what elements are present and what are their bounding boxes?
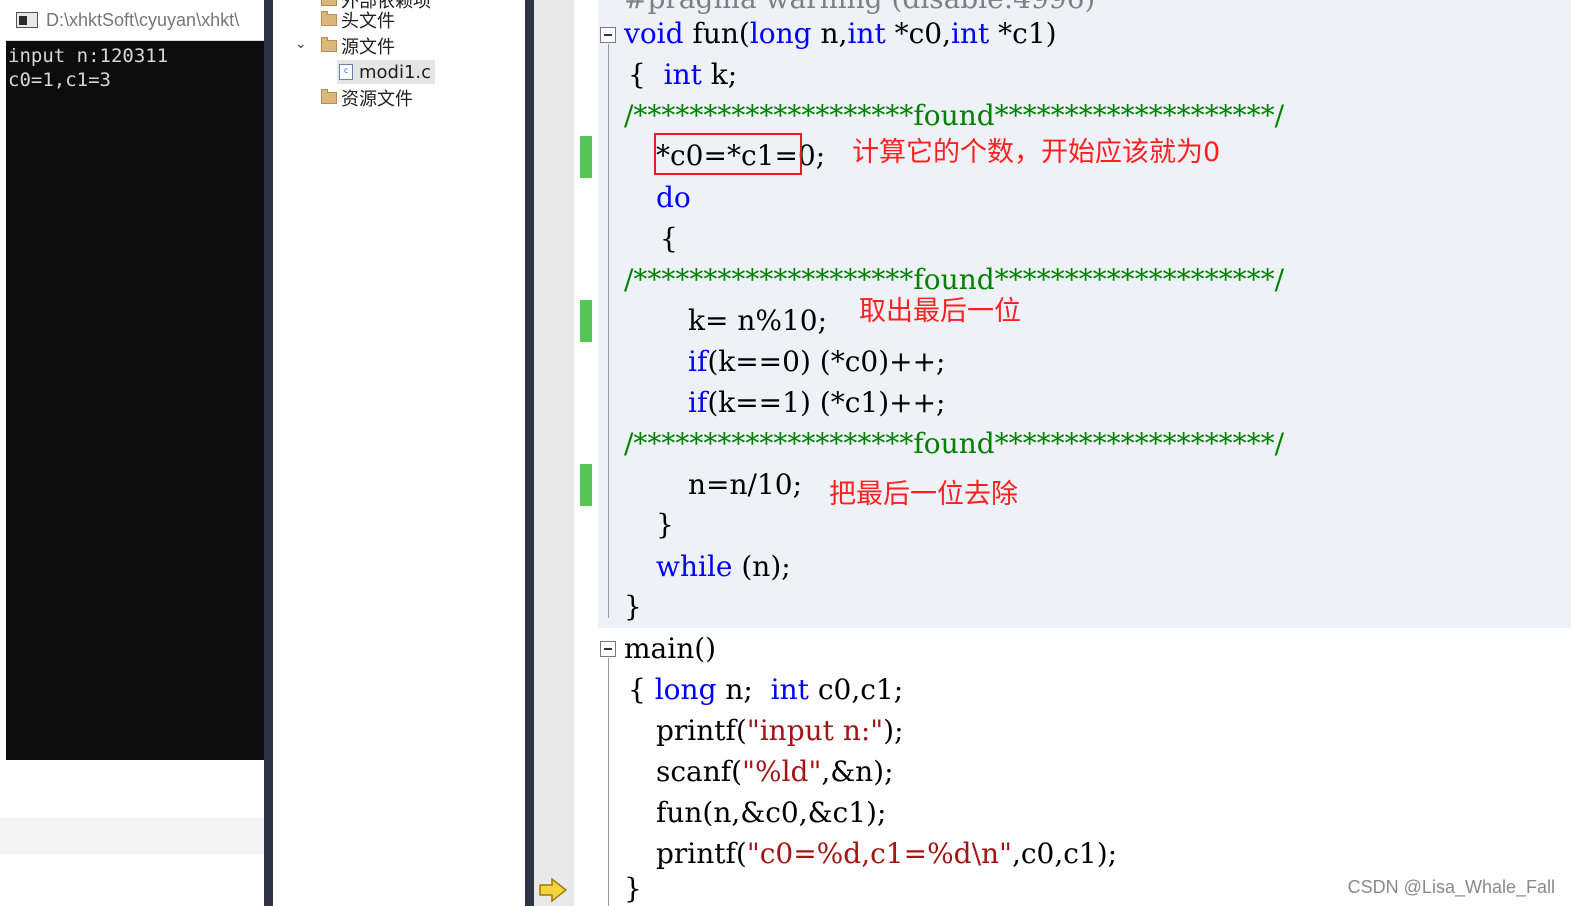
tree-item-header-files[interactable]: 头文件 (321, 8, 395, 32)
code-token: ,&n); (821, 755, 894, 788)
change-bar (580, 136, 592, 178)
code-token: ); (883, 714, 904, 747)
console-titlebar[interactable]: D:\xhktSoft\cyuyan\xhkt\ (6, 0, 264, 41)
tree-item-label: 源文件 (341, 37, 395, 58)
code-string: "c0=%d,c1=%d\n" (746, 837, 1012, 870)
left-pane: D:\xhktSoft\cyuyan\xhkt\ input n:120311 c… (0, 0, 264, 906)
code-line-decl: { int k; (628, 58, 737, 92)
code-line-brace: { (660, 222, 678, 255)
code-line-scanf: scanf("%ld",&n); (656, 755, 894, 789)
pane-divider[interactable] (525, 0, 534, 906)
code-line-mod: k= n%10; (688, 304, 828, 337)
console-app-icon (16, 12, 38, 28)
code-line-brace: } (624, 872, 642, 905)
console-output: input n:120311 c0=1,c1=3 (8, 44, 168, 92)
console-window[interactable]: D:\xhktSoft\cyuyan\xhkt\ input n:120311 c… (6, 0, 264, 760)
code-keyword-do: do (656, 181, 691, 214)
code-line-main: main() (624, 632, 717, 665)
code-token: fun( (683, 17, 750, 50)
code-token: (n); (732, 550, 791, 583)
change-bar (580, 300, 592, 342)
code-keyword: void (624, 17, 684, 50)
code-line-brace: } (624, 590, 642, 623)
code-token: n, (811, 17, 848, 50)
code-line-if-one: if(k==1) (*c1)++; (688, 386, 945, 420)
annotation-count: 计算它的个数，开始应该就为0 (852, 137, 1221, 168)
code-keyword: int (847, 17, 886, 50)
code-token: (k==1) (*c1)++; (707, 386, 946, 419)
code-keyword: int (663, 58, 702, 91)
console-output-line: input n:120311 (8, 45, 169, 67)
code-editor[interactable]: #pragma warning (disable:4996) void fun(… (534, 0, 1571, 906)
annotation-last-digit: 取出最后一位 (859, 296, 1021, 327)
code-keyword: int (770, 673, 809, 706)
code-line-main-decl: { long n; int c0,c1; (628, 673, 903, 707)
annotation-remove-digit: 把最后一位去除 (829, 479, 1018, 510)
change-bar (580, 464, 592, 506)
tree-item-label: modi1.c (359, 61, 432, 83)
tree-item-modi1-c[interactable]: c modi1.c (337, 60, 436, 84)
tree-item-source-files[interactable]: 源文件 (321, 34, 395, 58)
collapse-toggle[interactable] (600, 641, 616, 657)
code-token: k; (701, 58, 738, 91)
tree-item-label: 资源文件 (341, 89, 413, 110)
folder-icon (321, 89, 337, 104)
collapse-toggle[interactable] (600, 27, 616, 43)
code-line-fun-signature: void fun(long n,int *c0,int *c1) (624, 17, 1057, 51)
background-strip (0, 818, 264, 854)
highlight-box (654, 133, 802, 175)
code-string: "%ld" (742, 755, 822, 788)
pane-divider[interactable] (264, 0, 273, 906)
code-line-div: n=n/10; (688, 468, 803, 501)
code-token: { (628, 58, 664, 91)
code-line: #pragma warning (disable:4996) (624, 0, 1095, 16)
code-keyword: int (951, 17, 990, 50)
execution-arrow-icon (539, 877, 568, 903)
code-line-printf: printf("c0=%d,c1=%d\n",c0,c1); (656, 837, 1117, 871)
chevron-down-icon[interactable]: ⌄ (295, 36, 307, 52)
folder-icon (321, 11, 337, 26)
indicator-margin[interactable] (534, 0, 574, 906)
code-token: (k==0) (*c0)++; (707, 345, 946, 378)
code-line-while: while (n); (656, 550, 791, 584)
watermark: CSDN @Lisa_Whale_Fall (1347, 877, 1555, 897)
console-title: D:\xhktSoft\cyuyan\xhkt\ (46, 9, 240, 30)
code-token: n; (716, 673, 771, 706)
outline-guide (608, 44, 609, 618)
code-line-fun-call: fun(n,&c0,&c1); (656, 796, 887, 829)
code-comment-found: /********************found**************… (624, 263, 1285, 296)
code-keyword: if (688, 386, 708, 419)
code-token: ; (815, 139, 826, 172)
code-keyword: if (688, 345, 708, 378)
code-string: "input n:" (746, 714, 884, 747)
tree-item-resource-files[interactable]: 资源文件 (321, 86, 413, 110)
code-token: ,c0,c1); (1011, 837, 1118, 870)
code-token: scanf( (656, 755, 743, 788)
code-token: *c1) (989, 17, 1057, 50)
c-file-icon: c (339, 64, 353, 80)
code-line-brace: } (656, 508, 674, 541)
code-token: *c0, (885, 17, 951, 50)
code-line-printf: printf("input n:"); (656, 714, 904, 748)
folder-icon (321, 0, 337, 6)
code-token: c0,c1; (808, 673, 904, 706)
outline-guide (608, 658, 609, 906)
code-token: { (628, 673, 655, 706)
code-keyword: long (749, 17, 812, 50)
solution-explorer: 外部依赖项 头文件 ⌄ 源文件 c modi1.c 资源文件 (273, 0, 525, 906)
code-token: printf( (656, 837, 747, 870)
folder-icon (321, 37, 337, 52)
code-keyword: while (656, 550, 733, 583)
code-keyword: long (654, 673, 717, 706)
code-token: printf( (656, 714, 747, 747)
code-comment-found: /********************found**************… (624, 99, 1285, 132)
code-line-if-zero: if(k==0) (*c0)++; (688, 345, 945, 379)
code-token: #pragma warning (disable:4996) (624, 0, 1095, 15)
code-comment-found: /********************found**************… (624, 427, 1285, 460)
tree-item-label: 头文件 (341, 11, 395, 32)
console-output-line: c0=1,c1=3 (8, 69, 111, 91)
